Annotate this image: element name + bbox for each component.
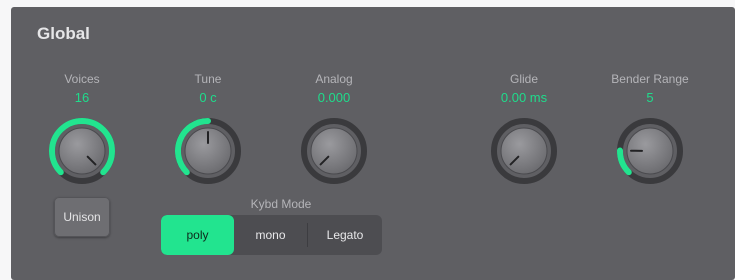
voices-value: 16 xyxy=(74,90,90,105)
glide-value: 0.00 ms xyxy=(500,90,548,105)
section-title: Global xyxy=(37,24,90,43)
knob-body xyxy=(58,127,106,175)
knob-body xyxy=(500,127,548,175)
analog-label: Analog xyxy=(315,72,353,86)
glide-knob[interactable] xyxy=(487,114,561,188)
knob-graphic xyxy=(175,118,241,184)
kybd-mode-poly[interactable]: poly xyxy=(161,215,234,255)
bender-range-label: Bender Range xyxy=(611,72,689,86)
unison-button[interactable]: Unison xyxy=(54,197,110,237)
global-panel: Global Voices 16 Tune 0 c Analog 0.000 G… xyxy=(11,7,735,280)
analog-knob[interactable] xyxy=(297,114,371,188)
kybd-mode-label: Kybd Mode xyxy=(250,197,312,211)
knob-graphic xyxy=(49,118,115,184)
knob-graphic xyxy=(491,118,557,184)
knob-graphic xyxy=(617,118,683,184)
knob-body xyxy=(310,127,358,175)
glide-label: Glide xyxy=(509,72,538,86)
tune-knob[interactable] xyxy=(171,114,245,188)
kybd-mode-selector: poly mono Legato xyxy=(161,215,382,255)
tune-value: 0 c xyxy=(199,90,217,105)
kybd-mode-legato[interactable]: Legato xyxy=(308,215,382,255)
analog-value: 0.000 xyxy=(317,90,351,105)
voices-label: Voices xyxy=(64,72,100,86)
bender-range-knob[interactable] xyxy=(613,114,687,188)
voices-knob[interactable] xyxy=(45,114,119,188)
knob-graphic xyxy=(301,118,367,184)
tune-label: Tune xyxy=(194,72,222,86)
kybd-mode-mono[interactable]: mono xyxy=(234,215,307,255)
bender-range-value: 5 xyxy=(646,90,654,105)
